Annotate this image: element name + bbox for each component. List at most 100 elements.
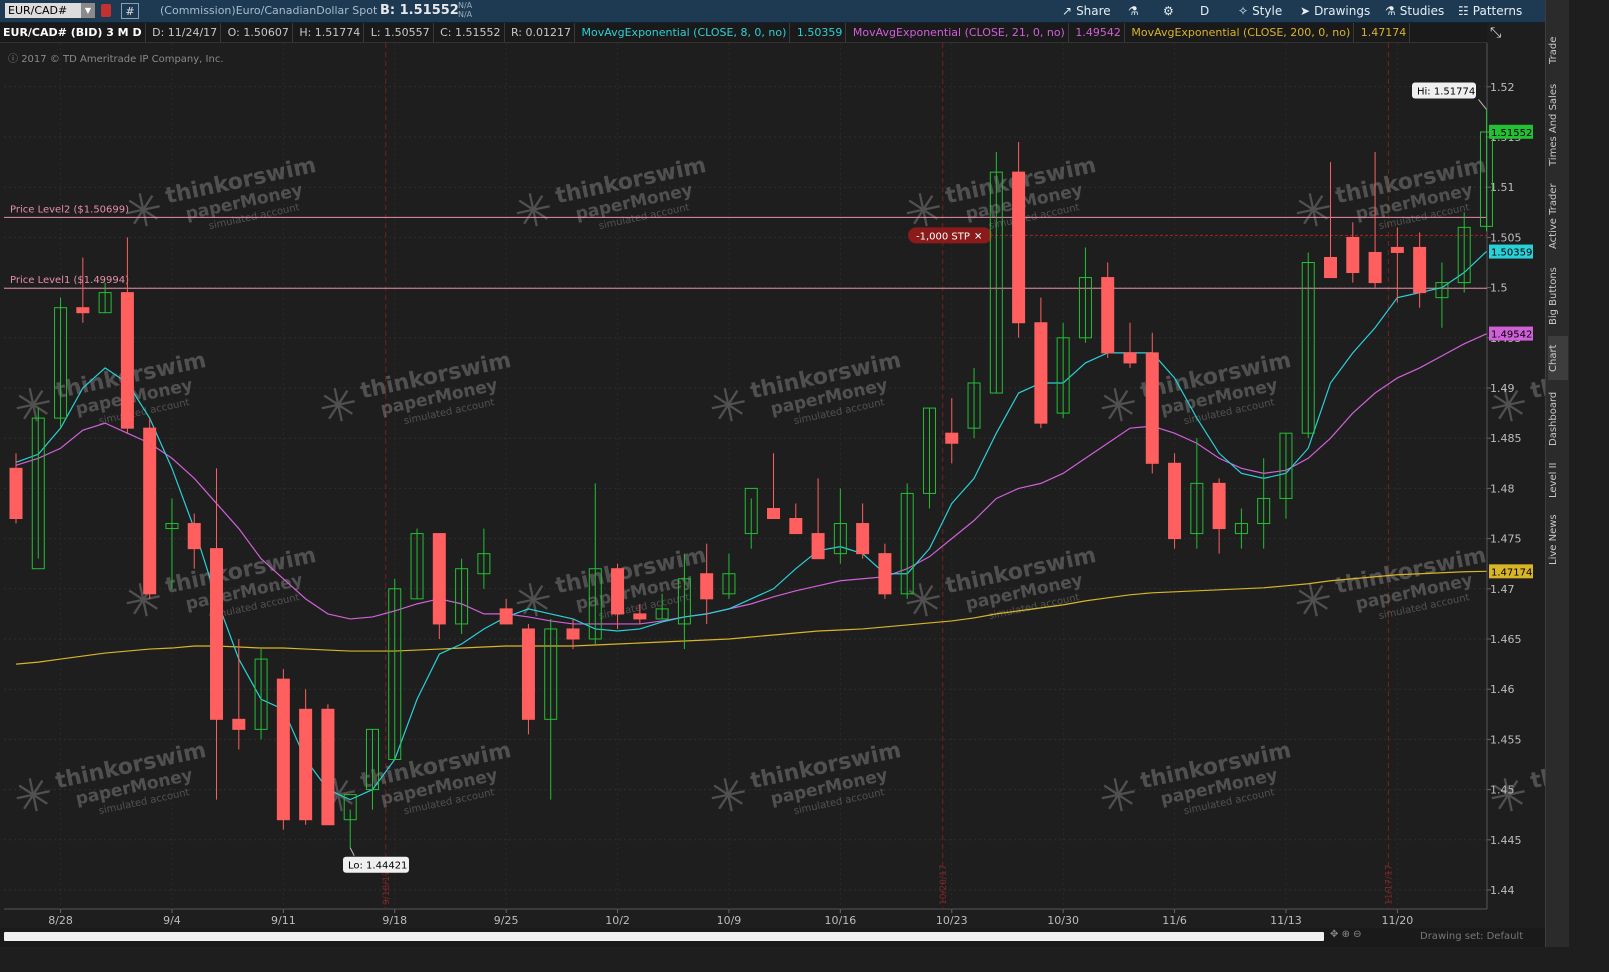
y-tick-label: 1.52	[1490, 81, 1515, 94]
zoom-out-icon[interactable]: ⊖	[1353, 929, 1361, 940]
info-open: O: 1.50607	[225, 23, 293, 42]
candle-body-down	[210, 548, 224, 720]
candle-body-down	[1123, 352, 1137, 364]
candle-body-down	[633, 613, 647, 620]
candle-body-down	[499, 608, 513, 625]
side-tab-dashboard[interactable]: Dashboard	[1548, 388, 1568, 450]
horizontal-scrollbar[interactable]	[4, 932, 1324, 941]
collapse-icon[interactable]: ⤡	[1490, 25, 1501, 41]
flask-studies-icon: ⚗	[1385, 4, 1396, 18]
ma8-label[interactable]: MovAvgExponential (CLOSE, 8, 0, no)	[579, 23, 791, 42]
price-tag-label: 1.51552	[1491, 128, 1532, 139]
candle-body-down	[143, 427, 157, 595]
candle-body-down	[1012, 171, 1026, 324]
toolbar-button-patterns[interactable]: ☷ Patterns	[1458, 3, 1522, 19]
x-tick-label: 10/9	[717, 914, 742, 927]
toolbar-button-gear[interactable]: ⚙	[1163, 3, 1178, 19]
candle-body-down	[76, 307, 90, 314]
toolbar-button-studies[interactable]: ⚗ Studies	[1385, 3, 1444, 19]
info-low: L: 1.50557	[368, 23, 434, 42]
candle-body-down	[187, 523, 201, 550]
month-marker-label: 10/20/17	[939, 865, 949, 905]
candle-body-down	[1168, 462, 1182, 540]
info-circle-icon: ⓘ	[8, 54, 18, 65]
candle-body-down	[1212, 482, 1226, 530]
candle-body-down	[120, 292, 134, 429]
y-tick-label: 1.5	[1490, 282, 1508, 295]
candle-body-down	[811, 533, 825, 560]
na-text-2: N/A	[458, 10, 473, 19]
toolbar-button-label: Style	[1252, 4, 1283, 18]
y-tick-label: 1.445	[1490, 834, 1522, 847]
y-tick-label: 1.505	[1490, 231, 1522, 244]
price-chart[interactable]: 1.441.4451.451.4551.461.4651.471.4751.48…	[0, 43, 1545, 928]
bid-price: B: 1.51552	[380, 3, 459, 18]
price-level-label: Price Level1 ($1.49994)	[10, 275, 129, 286]
side-tab-live-news[interactable]: Live News	[1548, 510, 1568, 570]
side-tab-bar: Trade Times And Sales Active Trader Big But…	[1545, 0, 1569, 947]
symbol-description: (Commission)Euro/CanadianDollar Spot	[160, 4, 378, 17]
close-icon[interactable]: ✕	[974, 231, 982, 242]
toolbar-button-drawings[interactable]: ➤ Drawings	[1300, 3, 1370, 19]
side-tab-trade[interactable]: Trade	[1548, 28, 1568, 72]
toolbar-button-d[interactable]: D	[1200, 3, 1209, 19]
x-tick-label: 9/25	[494, 914, 519, 927]
ma21-label[interactable]: MovAvgExponential (CLOSE, 21, 0, no)	[850, 23, 1069, 42]
x-tick-label: 9/11	[271, 914, 296, 927]
cursor-icon: ➤	[1300, 4, 1311, 18]
chevron-down-icon[interactable]: ▼	[81, 3, 95, 18]
candle-body-down	[611, 568, 625, 615]
x-tick-label: 10/23	[936, 914, 968, 927]
x-tick-label: 9/4	[163, 914, 181, 927]
price-tag-label: 1.47174	[1491, 567, 1532, 578]
ma8-value: 1.50359	[794, 23, 847, 42]
share-icon: ↗	[1062, 4, 1073, 18]
toolbar-button-share[interactable]: ↗ Share	[1062, 3, 1111, 19]
x-tick-label: 8/28	[48, 914, 73, 927]
drawing-set-label[interactable]: Drawing set: Default	[1420, 931, 1523, 942]
x-tick-label: 9/18	[382, 914, 407, 927]
info-high: H: 1.51774	[296, 23, 365, 42]
toolbar-button-flask[interactable]: ⚗	[1128, 3, 1143, 19]
candle-body-down	[945, 432, 959, 444]
y-tick-label: 1.475	[1490, 533, 1522, 546]
zoom-icon[interactable]: ⊕	[1342, 929, 1350, 940]
style-icon: ✧	[1238, 4, 1249, 18]
y-tick-label: 1.465	[1490, 633, 1522, 646]
month-marker-label: 9/18/17	[382, 870, 392, 905]
top-toolbar: EUR/CAD# ▼ # (Commission)Euro/CanadianDo…	[0, 0, 1545, 23]
side-tab-chart[interactable]: Chart	[1548, 336, 1568, 380]
chart-symbol-label[interactable]: EUR/CAD# (BID) 3 M D	[0, 23, 146, 42]
symbol-text: EUR/CAD#	[8, 4, 68, 17]
candle-body-down	[521, 628, 535, 720]
x-tick-label: 11/20	[1382, 914, 1414, 927]
y-tick-label: 1.51	[1490, 181, 1515, 194]
pan-icon[interactable]: ✥	[1330, 929, 1338, 940]
ma200-value: 1.47174	[1358, 23, 1411, 42]
bottom-tools: ✥ ⊕ ⊖	[1330, 929, 1362, 940]
info-date: D: 11/24/17	[149, 23, 222, 42]
side-tab-times-and-sales[interactable]: Times And Sales	[1548, 80, 1568, 170]
toolbar-button-label: Patterns	[1472, 4, 1523, 18]
candle-body-down	[1346, 236, 1360, 274]
candle-body-down	[321, 708, 335, 826]
flag-icon[interactable]	[101, 4, 111, 17]
y-tick-label: 1.48	[1490, 482, 1515, 495]
price-tag-label: 1.49542	[1491, 330, 1532, 341]
hash-button[interactable]: #	[121, 3, 139, 19]
price-tag-label: 1.50359	[1491, 248, 1532, 259]
candle-body-down	[9, 467, 23, 520]
toolbar-button-style[interactable]: ✧ Style	[1238, 3, 1282, 19]
candle-body-down	[1034, 322, 1048, 424]
side-tab-active-trader[interactable]: Active Trader	[1548, 176, 1568, 256]
ma200-label[interactable]: MovAvgExponential (CLOSE, 200, 0, no)	[1128, 23, 1355, 42]
y-tick-label: 1.455	[1490, 733, 1522, 746]
toolbar-button-label: Share	[1076, 4, 1111, 18]
lo-label: Lo: 1.44421	[348, 861, 407, 872]
candle-body-down	[566, 628, 580, 640]
symbol-selector[interactable]: EUR/CAD# ▼	[5, 3, 95, 18]
candle-body-down	[1413, 246, 1427, 294]
side-tab-big-buttons[interactable]: Big Buttons	[1548, 262, 1568, 330]
candle-body-down	[789, 518, 803, 535]
side-tab-level-ii[interactable]: Level II	[1548, 456, 1568, 504]
